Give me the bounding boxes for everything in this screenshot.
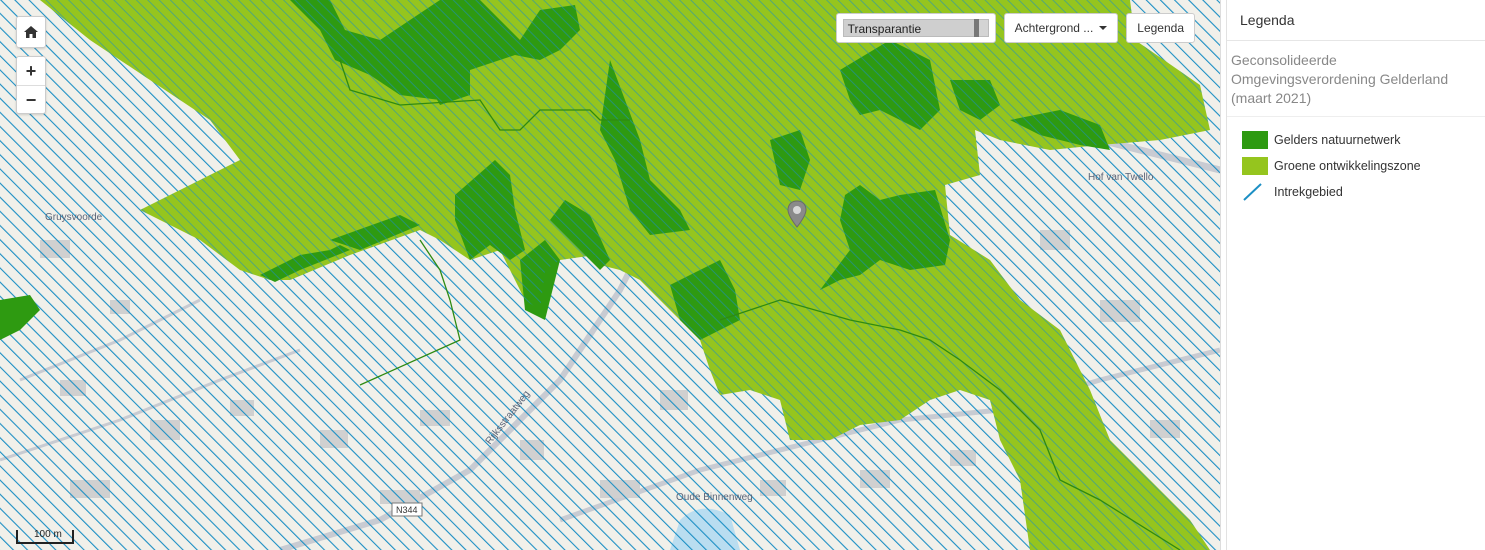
home-button[interactable] [16,16,46,48]
background-dropdown-label: Achtergrond ... [1014,21,1094,35]
legend-label-groene-ontwikkelingszone: Groene ontwikkelingszone [1274,159,1421,173]
map-view[interactable]: Gruysvoorde Hof van Twello Oude Binnenwe… [0,0,1221,550]
legend-panel: Legenda Geconsolideerde Omgevingsverorde… [1226,0,1485,550]
legend-swatch-gelders-natuurnetwerk [1242,131,1268,149]
zoom-in-button[interactable]: + [17,57,45,86]
map-canvas[interactable]: Gruysvoorde Hof van Twello Oude Binnenwe… [0,0,1220,550]
legend-button-label: Legenda [1137,21,1184,35]
chevron-down-icon [1099,26,1108,30]
transparency-label: Transparantie [847,22,922,36]
zoom-controls: + − [16,56,46,114]
legend-item-groene-ontwikkelingszone: Groene ontwikkelingszone [1227,153,1485,179]
legend-title: Legenda [1227,0,1485,41]
scale-label: 100 m [34,529,62,540]
home-icon [24,26,38,38]
map-label-gruysvoorde: Gruysvoorde [45,212,103,223]
legend-subtitle: Geconsolideerde Omgevingsverordening Gel… [1227,41,1485,117]
background-dropdown[interactable]: Achtergrond ... [1003,13,1119,43]
legend-swatch-groene-ontwikkelingszone [1242,157,1268,175]
road-shield: N344 [391,502,423,517]
transparency-slider[interactable]: Transparantie [835,13,996,43]
map-label-oudebinnenweg: Oude Binnenweg [676,492,753,503]
map-toolbar: Transparantie Achtergrond ... Legenda [835,13,1195,43]
transparency-track[interactable]: Transparantie [842,19,989,37]
legend-label-intrekgebied: Intrekgebied [1274,185,1343,199]
legend-swatch-intrekgebied [1242,183,1268,201]
map-label-hofvantwello: Hof van Twello [1088,172,1154,183]
zoom-out-button[interactable]: − [17,86,45,114]
legend-item-gelders-natuurnetwerk: Gelders natuurnetwerk [1227,127,1485,153]
scale-bar: 100 m [16,529,74,544]
legend-button[interactable]: Legenda [1126,13,1195,43]
location-pin-icon[interactable] [787,200,807,233]
legend-label-gelders-natuurnetwerk: Gelders natuurnetwerk [1274,133,1401,147]
road-label: N344 [396,505,418,515]
transparency-handle[interactable] [973,19,979,37]
legend-item-intrekgebied: Intrekgebied [1227,179,1485,205]
